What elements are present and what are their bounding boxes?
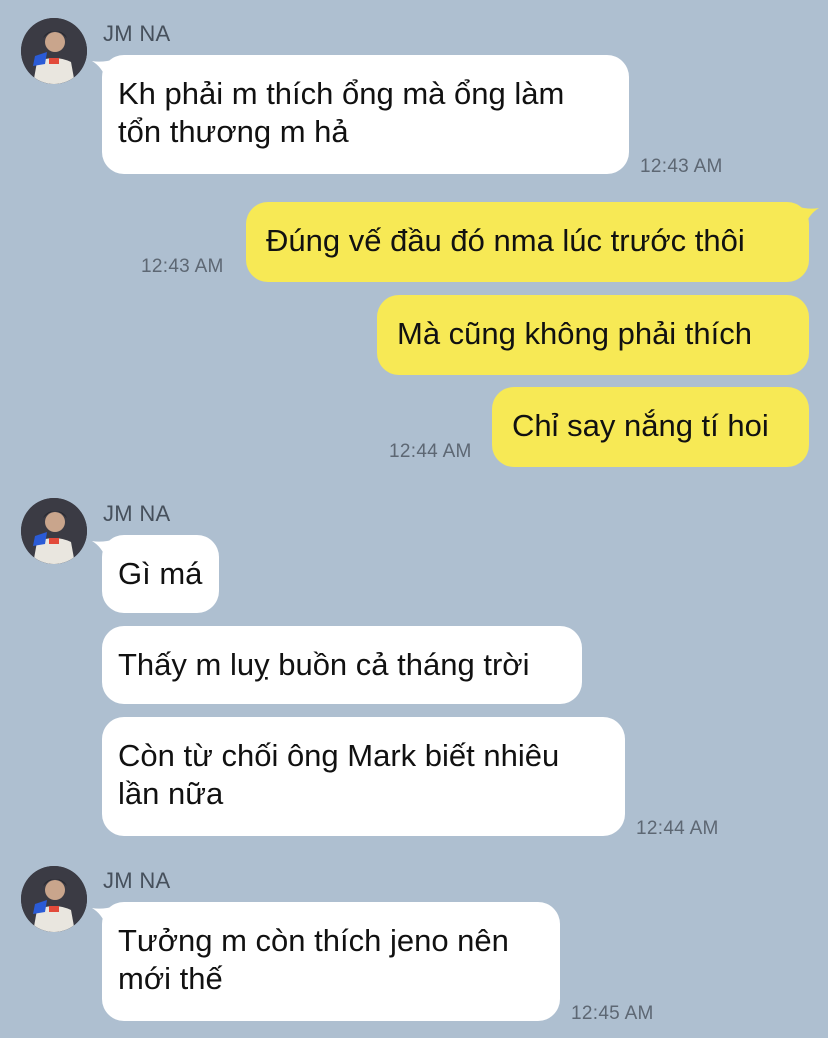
bubble-tail-icon — [92, 539, 116, 559]
message-text-line: Còn từ chối ông Mark biết nhiêu — [118, 738, 560, 773]
bubble-tail-icon — [92, 906, 116, 926]
avatar[interactable] — [21, 18, 87, 84]
message-text-line: Đúng vế đầu đó nma lúc trước thôi — [266, 223, 745, 258]
message-text-line: mới thế — [118, 961, 223, 996]
message-timestamp: 12:43 AM — [141, 256, 224, 277]
message-timestamp: 12:45 AM — [571, 1003, 654, 1024]
incoming-message-bubble[interactable]: Kh phải m thích ổng mà ổng làm tổn thươn… — [92, 55, 629, 174]
bubble-tail-icon — [92, 59, 116, 79]
message-text-line: Kh phải m thích ổng mà ổng làm — [118, 76, 565, 111]
incoming-message-bubble[interactable]: Gì má — [92, 535, 219, 613]
sender-name: JM NA — [103, 868, 171, 893]
message-text-line: Mà cũng không phải thích — [397, 316, 753, 351]
incoming-message-bubble[interactable]: Tưởng m còn thích jeno nên mới thế — [92, 902, 560, 1021]
message-timestamp: 12:44 AM — [636, 818, 719, 839]
sender-name: JM NA — [103, 21, 171, 46]
message-timestamp: 12:44 AM — [389, 441, 472, 462]
outgoing-message-bubble[interactable]: Mà cũng không phải thích — [377, 295, 809, 375]
message-text-line: lần nữa — [118, 776, 224, 811]
message-text-line: Tưởng m còn thích jeno nên — [118, 923, 509, 958]
message-text-line: Chỉ say nắng tí hoi — [512, 408, 769, 443]
incoming-message-bubble[interactable]: Còn từ chối ông Mark biết nhiêu lần nữa — [102, 717, 625, 836]
sender-name: JM NA — [103, 501, 171, 526]
message-text-line: Thấy m luỵ buồn cả tháng trời — [118, 647, 530, 682]
incoming-message-bubble[interactable]: Thấy m luỵ buồn cả tháng trời — [102, 626, 582, 704]
message-text-line: Gì má — [118, 556, 203, 591]
avatar[interactable] — [21, 498, 87, 564]
outgoing-message-bubble[interactable]: Đúng vế đầu đó nma lúc trước thôi — [246, 202, 819, 282]
avatar[interactable] — [21, 866, 87, 932]
message-text-line: tổn thương m hả — [118, 114, 349, 149]
outgoing-message-bubble[interactable]: Chỉ say nắng tí hoi — [492, 387, 809, 467]
bubble-tail-icon — [795, 206, 819, 226]
message-timestamp: 12:43 AM — [640, 156, 723, 177]
